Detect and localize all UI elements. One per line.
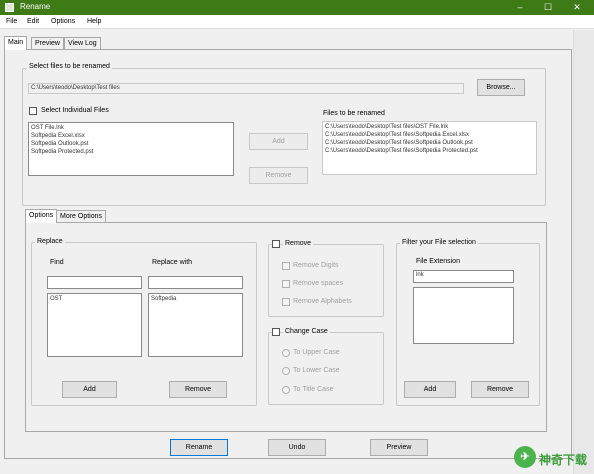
find-list[interactable]: OST xyxy=(47,293,142,357)
file-extension-input[interactable]: lnk xyxy=(413,270,514,283)
preview-button[interactable]: Preview xyxy=(370,439,428,456)
replace-with-list[interactable]: Softpedia xyxy=(148,293,243,357)
list-item[interactable]: C:\Users\teodo\Desktop\Test files\Softpe… xyxy=(325,139,534,147)
change-case-legend: Change Case xyxy=(283,328,330,335)
list-item[interactable]: OST xyxy=(50,295,139,303)
remove-replace-button[interactable]: Remove xyxy=(169,381,227,398)
tab-options[interactable]: Options xyxy=(25,209,58,223)
undo-button[interactable]: Undo xyxy=(268,439,326,456)
replace-legend: Replace xyxy=(35,238,65,245)
select-files-legend: Select files to be renamed xyxy=(27,63,112,70)
remove-file-button[interactable]: Remove xyxy=(249,167,308,184)
title-case-label: To Title Case xyxy=(293,386,334,393)
remove-digits-checkbox[interactable] xyxy=(282,262,290,270)
filter-legend: Filter your File selection xyxy=(400,239,478,246)
maximize-button[interactable]: ☐ xyxy=(534,0,562,15)
select-individual-label: Select Individual Files xyxy=(41,107,109,114)
change-case-checkbox[interactable] xyxy=(272,328,280,336)
menu-edit[interactable]: Edit xyxy=(27,18,39,25)
remove-digits-label: Remove Digits xyxy=(293,262,339,269)
menu-help[interactable]: Help xyxy=(87,18,101,25)
browse-button[interactable]: Browse... xyxy=(477,79,525,96)
list-item[interactable]: Softpedia Protected.pst xyxy=(31,148,231,156)
remove-spaces-label: Remove spaces xyxy=(293,280,344,287)
select-individual-checkbox[interactable] xyxy=(29,107,37,115)
find-label: Find xyxy=(50,259,64,266)
minimize-button[interactable]: – xyxy=(506,0,534,15)
remove-alphabets-label: Remove Alphabets xyxy=(293,298,352,305)
lower-case-label: To Lower Case xyxy=(293,367,340,374)
close-button[interactable]: ✕ xyxy=(563,0,591,15)
remove-checkbox[interactable] xyxy=(272,240,280,248)
add-replace-button[interactable]: Add xyxy=(62,381,117,398)
list-item[interactable]: Softpedia xyxy=(151,295,240,303)
rename-button[interactable]: Rename xyxy=(170,439,228,456)
watermark-logo-icon: ✈ xyxy=(514,446,536,468)
upper-case-radio[interactable] xyxy=(282,349,290,357)
remove-extension-button[interactable]: Remove xyxy=(471,381,529,398)
tab-main[interactable]: Main xyxy=(4,36,28,50)
file-extension-label: File Extension xyxy=(416,258,460,265)
list-item[interactable]: C:\Users\teodo\Desktop\Test files\Softpe… xyxy=(325,131,534,139)
replace-with-label: Replace with xyxy=(152,259,193,266)
remove-spaces-checkbox[interactable] xyxy=(282,280,290,288)
lower-case-radio[interactable] xyxy=(282,367,290,375)
list-item[interactable]: OST File.lnk xyxy=(31,124,231,132)
extension-list[interactable] xyxy=(413,287,514,344)
window-title: Rename xyxy=(20,2,51,11)
files-to-rename-label: Files to be renamed xyxy=(323,110,385,117)
app-icon xyxy=(5,3,14,12)
replace-with-input[interactable] xyxy=(148,276,243,289)
list-item[interactable]: Softpedia Outlook.pst xyxy=(31,140,231,148)
upper-case-label: To Upper Case xyxy=(293,349,340,356)
menu-bar: File Edit Options Help xyxy=(0,15,594,29)
remove-legend: Remove xyxy=(283,240,314,247)
vertical-scrollbar[interactable] xyxy=(573,30,594,474)
list-item[interactable]: Softpedia Excel.xlsx xyxy=(31,132,231,140)
title-case-radio[interactable] xyxy=(282,386,290,394)
add-file-button[interactable]: Add xyxy=(249,133,308,150)
title-bar: Rename – ☐ ✕ xyxy=(0,0,594,15)
add-extension-button[interactable]: Add xyxy=(404,381,456,398)
folder-path-field[interactable]: C:\Users\teodo\Desktop\Test files xyxy=(28,83,464,94)
watermark: ✈ 神奇下载 xyxy=(514,446,588,470)
menu-options[interactable]: Options xyxy=(51,18,75,25)
find-input[interactable] xyxy=(47,276,142,289)
files-to-rename-list[interactable]: C:\Users\teodo\Desktop\Test files\OST Fi… xyxy=(322,121,537,175)
list-item[interactable]: C:\Users\teodo\Desktop\Test files\Softpe… xyxy=(325,147,534,155)
list-item[interactable]: C:\Users\teodo\Desktop\Test files\OST Fi… xyxy=(325,123,534,131)
individual-files-list[interactable]: OST File.lnk Softpedia Excel.xlsx Softpe… xyxy=(28,122,234,176)
menu-file[interactable]: File xyxy=(6,18,17,25)
remove-alphabets-checkbox[interactable] xyxy=(282,298,290,306)
watermark-text: 神奇下载 xyxy=(539,453,588,467)
